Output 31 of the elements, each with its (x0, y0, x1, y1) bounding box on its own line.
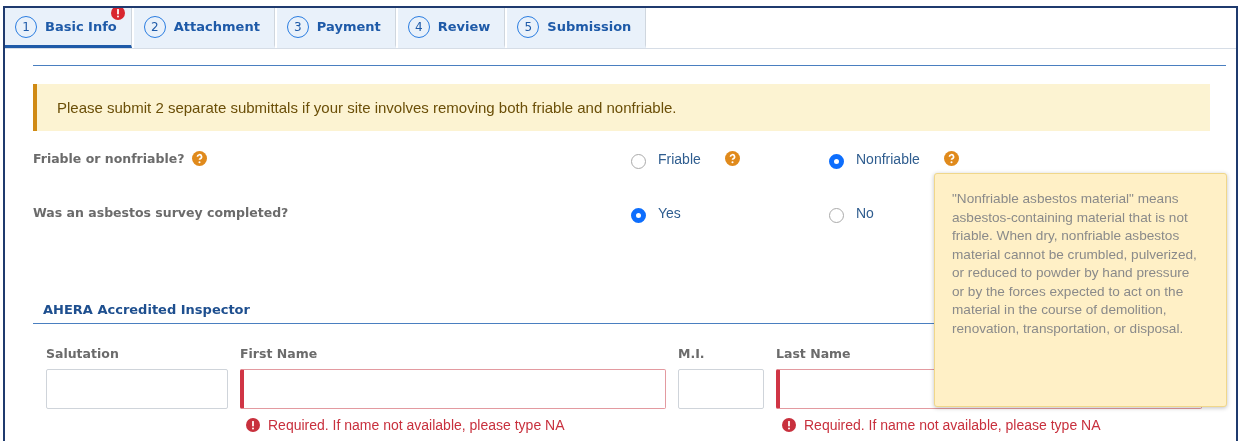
step-tab[interactable]: 4 Review (397, 8, 506, 48)
radio-button[interactable] (631, 154, 646, 169)
field-label: M.I. (678, 346, 705, 361)
radio-button[interactable] (631, 208, 646, 223)
text-input[interactable] (240, 369, 666, 409)
radio-label: Friable (658, 151, 701, 167)
field-label: Salutation (46, 346, 119, 361)
step-tab[interactable]: 1 Basic Info (5, 8, 132, 48)
radio-button[interactable] (829, 208, 844, 223)
error-message: Required. If name not available, please type NA (268, 417, 565, 433)
error-icon (246, 418, 260, 432)
help-icon[interactable] (943, 151, 959, 166)
radio-button[interactable] (829, 154, 844, 169)
error-message: Required. If name not available, please type NA (804, 417, 1101, 433)
text-input[interactable] (46, 369, 228, 409)
help-icon[interactable] (724, 151, 740, 166)
step-tab[interactable]: 3 Payment (276, 8, 396, 48)
help-icon[interactable] (192, 151, 208, 166)
question-label: Friable or nonfriable? (33, 151, 185, 166)
tooltip: "Nonfriable asbestos material" means asbestos-containing material that is not friable. When dry, nonfriable asbestos material cannot be crumbled, pulverized, or reduced to powder by hand pressure or by the forces expected to act on the material in the course of demolition, renovation, transportation, or disposal. (934, 173, 1227, 407)
radio-label: Nonfriable (856, 151, 920, 167)
field-label: Last Name (776, 346, 851, 361)
step-tab[interactable]: 2 Attachment (133, 8, 275, 48)
error-icon (782, 418, 796, 432)
text-input[interactable] (678, 369, 764, 409)
question-label: Was an asbestos survey completed? (33, 205, 289, 220)
radio-label: No (856, 205, 874, 221)
radio-label: Yes (658, 205, 681, 221)
field-label: First Name (240, 346, 318, 361)
info-alert: Please submit 2 separate submittals if your site involves removing both friable and nonfriable. (33, 84, 1210, 131)
step-tab[interactable]: 5 Submission (507, 8, 647, 48)
